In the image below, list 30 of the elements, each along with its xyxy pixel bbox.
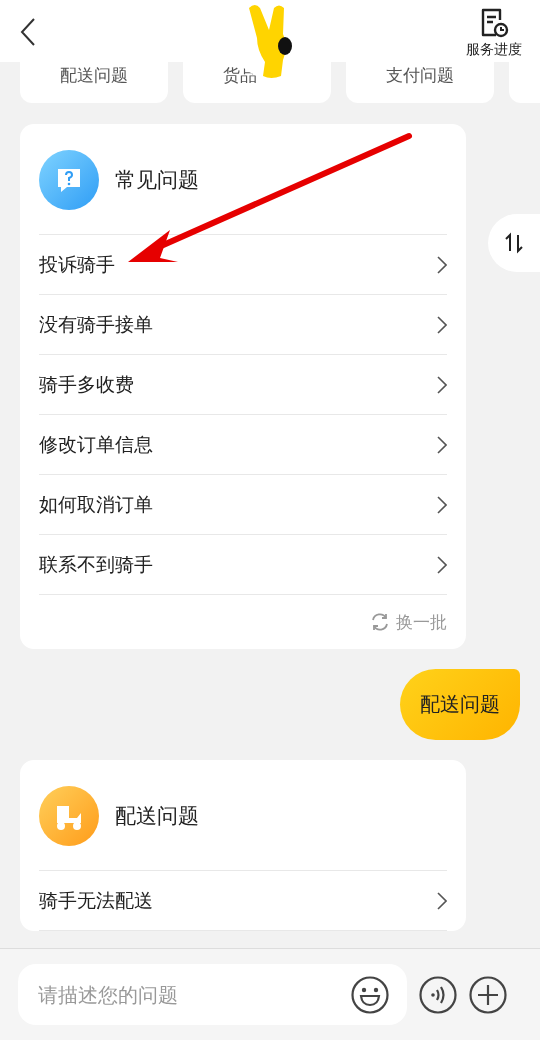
progress-label[interactable]: 服务进度 [466, 41, 522, 59]
chevron-icon [437, 495, 447, 514]
emoji-icon[interactable] [351, 975, 389, 1014]
chevron-icon [437, 891, 447, 910]
question-item[interactable]: 没有骑手接单 [39, 295, 447, 355]
plus-icon[interactable] [469, 975, 507, 1014]
question-item[interactable]: 骑手多收费 [39, 355, 447, 415]
scooter-icon [39, 786, 99, 846]
voice-icon[interactable] [419, 975, 457, 1014]
refresh-icon[interactable] [370, 612, 390, 632]
question-item[interactable]: 如何取消订单 [39, 475, 447, 535]
sort-button[interactable] [488, 214, 540, 272]
question-item[interactable]: 骑手无法配送 [39, 871, 447, 931]
up-down-arrows-icon[interactable] [503, 232, 525, 254]
chevron-icon [437, 435, 447, 454]
chevron-icon [437, 555, 447, 574]
back-icon[interactable] [20, 17, 36, 47]
category-chip[interactable]: 配送问题 [20, 62, 168, 103]
card-title: 配送问题 [115, 803, 199, 830]
card-title: 常见问题 [115, 167, 199, 194]
input-field[interactable]: 请描述您的问题 [36, 981, 351, 1008]
chevron-icon [437, 255, 447, 274]
question-bubble-icon [39, 150, 99, 210]
chevron-icon [437, 375, 447, 394]
chevron-icon [437, 315, 447, 334]
message-input-box[interactable]: 请描述您的问题 [18, 964, 407, 1025]
question-item[interactable]: 修改订单信息 [39, 415, 447, 475]
category-chip[interactable]: 支付问题 [346, 62, 494, 103]
question-item[interactable]: 联系不到骑手 [39, 535, 447, 595]
user-message: 配送问题 [400, 669, 520, 740]
